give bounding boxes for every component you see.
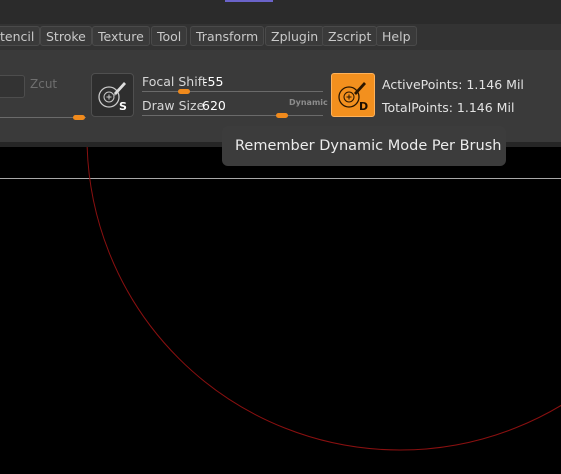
focal-shift-value: -55 [203,74,224,89]
focal-shift-slider-track[interactable] [142,91,323,92]
sculpt-brush-icon: S [98,82,127,113]
menu-zplugin[interactable]: Zplugin [265,26,325,46]
menu-stroke[interactable]: Stroke [40,26,92,46]
dynamic-mode-button[interactable]: D [331,73,375,117]
focal-shift-label: Focal Shift [142,74,207,89]
menu-transform[interactable]: Transform [190,26,265,46]
menu-texture[interactable]: Texture [92,26,150,46]
sculpt-brush-button[interactable]: S [91,73,134,117]
menu-tool[interactable]: Tool [151,26,188,46]
total-points-readout: TotalPoints: 1.146 Mil [382,100,515,115]
dynamic-label[interactable]: Dynamic [289,98,328,107]
menu-help[interactable]: Help [376,26,417,46]
brush-cursor-ring [86,147,561,451]
draw-size-label: Draw Size [142,98,205,113]
sculpt-button-letter: S [119,100,127,113]
dynamic-brush-icon: D [338,82,368,113]
title-indicator [225,0,273,2]
dynamic-button-letter: D [359,100,368,113]
draw-size-value: 620 [202,98,226,113]
active-points-readout: ActivePoints: 1.146 Mil [382,77,524,92]
zadd-button[interactable] [0,75,25,98]
focal-shift-slider-handle[interactable] [178,89,190,94]
menu-stencil[interactable]: tencil [0,26,41,46]
document-canvas[interactable] [0,147,561,474]
zbrush-window: tencil Stroke Texture Tool Transform Zpl… [0,0,561,474]
menu-zscript[interactable]: Zscript [322,26,378,46]
draw-size-slider-track[interactable] [142,115,323,116]
draw-size-slider-handle[interactable] [276,113,288,118]
tooltip: Remember Dynamic Mode Per Brush [222,126,506,166]
zcut-button[interactable]: Zcut [30,77,57,91]
menubar: tencil Stroke Texture Tool Transform Zpl… [0,24,561,50]
intensity-slider-handle[interactable] [73,115,85,120]
title-strip [0,0,561,24]
